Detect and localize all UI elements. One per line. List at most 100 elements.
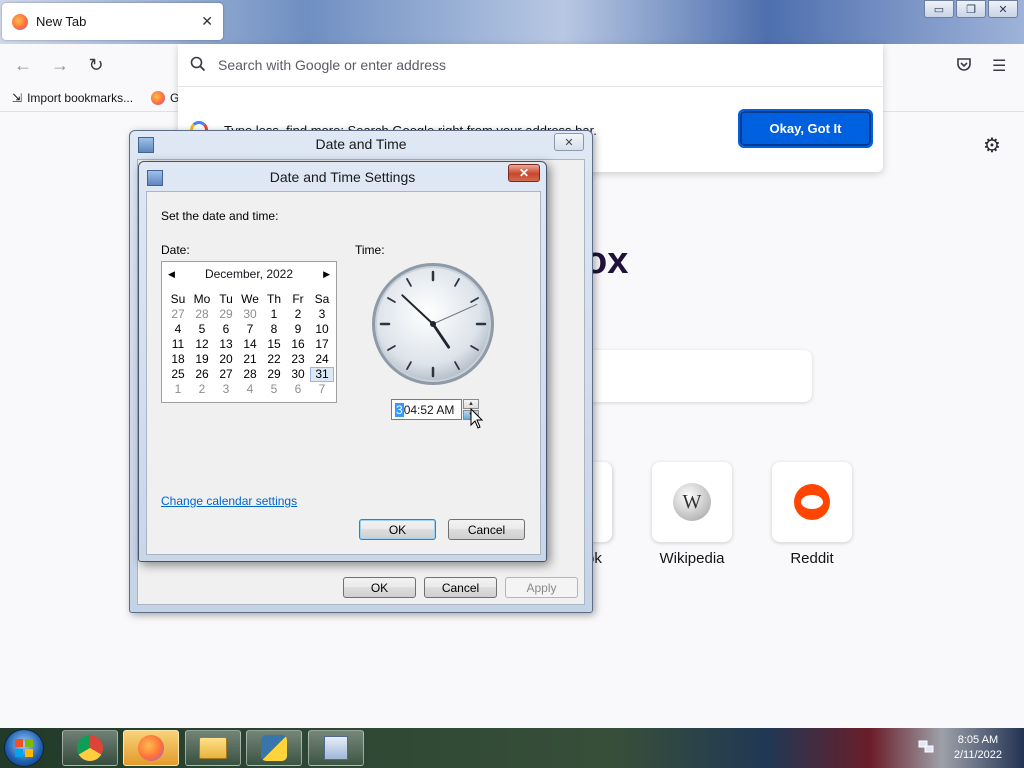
taskbar-python[interactable] xyxy=(246,730,302,766)
calendar-month-year[interactable]: December, 2022 xyxy=(205,267,293,281)
reddit-icon xyxy=(794,484,830,520)
calendar-day[interactable]: 6 xyxy=(286,382,310,397)
window-close-button[interactable]: ✕ xyxy=(988,0,1018,18)
calendar-day[interactable]: 29 xyxy=(214,307,238,322)
taskbar-firefox[interactable] xyxy=(123,730,179,766)
calendar-week: 18 19 20 21 22 23 24 xyxy=(166,352,334,367)
address-input[interactable] xyxy=(218,57,818,73)
calendar-day[interactable]: 28 xyxy=(190,307,214,322)
calendar-day[interactable]: 5 xyxy=(190,322,214,337)
calendar-day[interactable]: 5 xyxy=(262,382,286,397)
calendar-week: 4 5 6 7 8 9 10 xyxy=(166,322,334,337)
calendar-day[interactable]: 13 xyxy=(214,337,238,352)
ok-button[interactable]: OK xyxy=(359,519,436,540)
mouse-cursor-icon xyxy=(470,408,484,429)
okay-got-it-button[interactable]: Okay, Got It xyxy=(738,109,873,148)
calendar-header: ◀ December, 2022 ▶ xyxy=(162,266,336,282)
clock-time: 8:05 AM xyxy=(957,734,999,746)
calendar-day[interactable]: 7 xyxy=(310,382,334,397)
calendar-day[interactable]: 24 xyxy=(310,352,334,367)
calendar-week: 11 12 13 14 15 16 17 xyxy=(166,337,334,352)
system-clock[interactable]: 8:05 AM 2/11/2022 xyxy=(954,733,1002,763)
calendar-grid: Su Mo Tu We Th Fr Sa 27 28 29 30 1 2 3 4 5 6 7 8 9 10 11 12 13 1… xyxy=(166,292,334,397)
calendar-day[interactable]: 7 xyxy=(238,322,262,337)
dialog-title: Date and Time xyxy=(315,136,407,152)
calendar-day[interactable]: 23 xyxy=(286,352,310,367)
menu-icon[interactable]: ☰ xyxy=(992,56,1006,76)
calendar-day[interactable]: 6 xyxy=(214,322,238,337)
bookmark-getting-started[interactable]: G xyxy=(151,91,179,105)
network-icon[interactable] xyxy=(918,740,934,754)
ok-button[interactable]: OK xyxy=(343,577,416,598)
calendar-day[interactable]: 19 xyxy=(190,352,214,367)
calendar-day[interactable]: 28 xyxy=(238,367,262,382)
shortcut-label-reddit: Reddit xyxy=(790,550,834,567)
calendar-day[interactable]: 16 xyxy=(286,337,310,352)
calendar-day[interactable]: 3 xyxy=(214,382,238,397)
calendar-day[interactable]: 10 xyxy=(310,322,334,337)
calendar-day[interactable]: 2 xyxy=(286,307,310,322)
day-name: Fr xyxy=(292,292,304,306)
firefox-icon xyxy=(12,13,28,30)
calendar-day[interactable]: 21 xyxy=(238,352,262,367)
bookmark-import[interactable]: ⇲ Import bookmarks... xyxy=(12,91,133,105)
address-bar[interactable] xyxy=(178,44,883,86)
tab-close-icon[interactable]: ✕ xyxy=(201,13,213,30)
calendar-day[interactable]: 20 xyxy=(214,352,238,367)
calendar-day[interactable]: 17 xyxy=(310,337,334,352)
calendar-day[interactable]: 27 xyxy=(214,367,238,382)
shortcut-tile-wikipedia[interactable]: W xyxy=(652,462,732,542)
dialog-title: Date and Time Settings xyxy=(269,169,416,185)
previous-month-icon[interactable]: ◀ xyxy=(168,269,175,280)
calendar-day[interactable]: 25 xyxy=(166,367,190,382)
taskbar-date-time[interactable] xyxy=(308,730,364,766)
change-calendar-settings-link[interactable]: Change calendar settings xyxy=(161,494,297,508)
calendar-day[interactable]: 2 xyxy=(190,382,214,397)
calendar-clock-icon xyxy=(324,736,348,760)
gear-icon[interactable]: ⚙ xyxy=(983,133,1001,158)
apply-button[interactable]: Apply xyxy=(505,577,578,598)
reload-icon[interactable]: ↻ xyxy=(84,54,108,76)
calendar-day-selected[interactable]: 31 xyxy=(310,367,334,382)
dialog-close-button[interactable]: ✕ xyxy=(508,164,540,182)
time-input[interactable]: 3 04:52 AM xyxy=(391,399,462,420)
calendar-day[interactable]: 9 xyxy=(286,322,310,337)
next-month-icon[interactable]: ▶ xyxy=(323,269,330,280)
tab-new-tab[interactable]: New Tab ✕ xyxy=(2,3,223,40)
back-arrow-icon[interactable]: ← xyxy=(11,54,35,76)
taskbar-file-explorer[interactable] xyxy=(185,730,241,766)
clock-center xyxy=(430,321,436,327)
cancel-button[interactable]: Cancel xyxy=(448,519,525,540)
calendar-day-names: Su Mo Tu We Th Fr Sa xyxy=(166,292,334,307)
calendar-day[interactable]: 22 xyxy=(262,352,286,367)
forward-arrow-icon[interactable]: → xyxy=(48,54,72,76)
calendar-day[interactable]: 1 xyxy=(166,382,190,397)
calendar-day[interactable]: 11 xyxy=(166,337,190,352)
calendar-day[interactable]: 30 xyxy=(286,367,310,382)
shortcut-tile-reddit[interactable] xyxy=(772,462,852,542)
calendar-day[interactable]: 26 xyxy=(190,367,214,382)
cancel-button[interactable]: Cancel xyxy=(424,577,497,598)
clock-date: 2/11/2022 xyxy=(953,749,1002,761)
restore-button[interactable]: ❐ xyxy=(956,0,986,18)
month-calendar[interactable]: ◀ December, 2022 ▶ Su Mo Tu We Th Fr Sa 27 28 29 3… xyxy=(161,261,337,403)
calendar-day[interactable]: 14 xyxy=(238,337,262,352)
calendar-day[interactable]: 12 xyxy=(190,337,214,352)
calendar-day[interactable]: 27 xyxy=(166,307,190,322)
date-label: Date: xyxy=(161,243,190,257)
calendar-day[interactable]: 15 xyxy=(262,337,286,352)
calendar-day[interactable]: 1 xyxy=(262,307,286,322)
calendar-day[interactable]: 3 xyxy=(310,307,334,322)
calendar-day[interactable]: 18 xyxy=(166,352,190,367)
calendar-day[interactable]: 30 xyxy=(238,307,262,322)
newtab-search-box[interactable] xyxy=(560,350,812,402)
start-button[interactable] xyxy=(4,729,44,767)
dialog-close-button[interactable]: ✕ xyxy=(554,133,584,151)
taskbar-chrome[interactable] xyxy=(62,730,118,766)
minimize-button[interactable]: ▭ xyxy=(924,0,954,18)
calendar-day[interactable]: 8 xyxy=(262,322,286,337)
calendar-day[interactable]: 4 xyxy=(166,322,190,337)
calendar-day[interactable]: 29 xyxy=(262,367,286,382)
pocket-icon[interactable] xyxy=(956,56,972,77)
calendar-day[interactable]: 4 xyxy=(238,382,262,397)
